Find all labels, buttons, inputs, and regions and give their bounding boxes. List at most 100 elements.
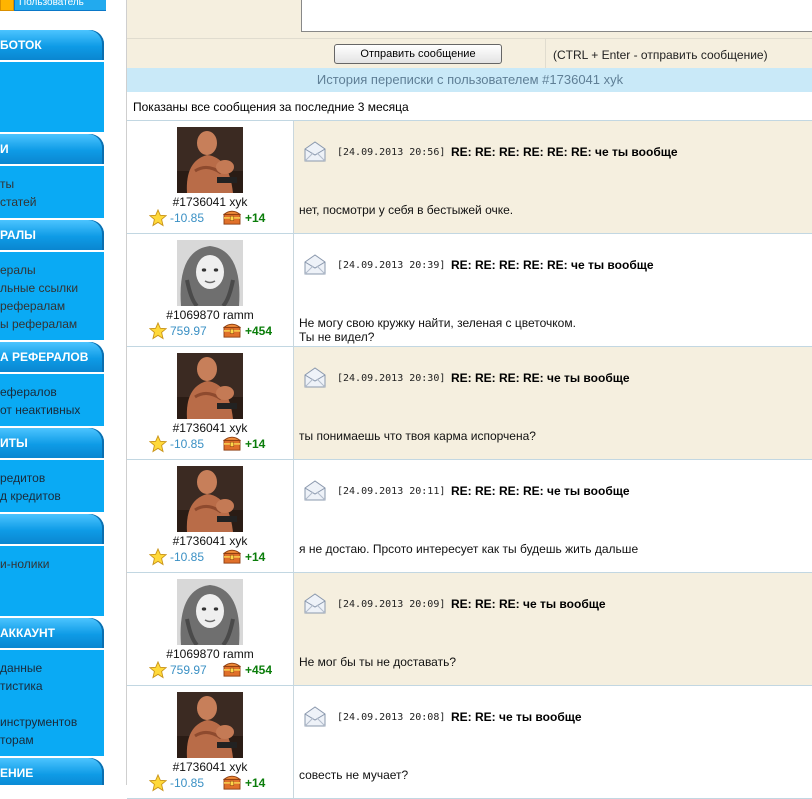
star-icon	[149, 661, 167, 679]
avatar[interactable]	[177, 579, 243, 647]
envelope-icon	[304, 254, 326, 275]
avatar-photo	[177, 466, 243, 532]
user-karma: +454	[245, 324, 273, 338]
sidebar-link[interactable]: рефералам	[0, 299, 65, 313]
message-user-column: #1736041 xyk -10.85 +14	[127, 347, 294, 459]
message-row: #1736041 xyk -10.85 +14 [24.09.2013 20:0…	[127, 685, 812, 799]
sidebar-section-referral-exchange-header[interactable]: А РЕФЕРАЛОВ	[0, 342, 104, 372]
message-body: совесть не мучает?	[299, 768, 409, 782]
star-icon	[149, 774, 167, 792]
message-date: [24.09.2013 20:39]	[337, 260, 446, 271]
treasure-chest-icon	[223, 436, 241, 451]
sidebar-link[interactable]: ефералов	[0, 385, 57, 399]
send-row-divider	[545, 38, 546, 68]
avatar-photo	[177, 692, 243, 758]
envelope-icon	[304, 706, 326, 727]
message-subject[interactable]: RE: RE: RE: RE: RE: RE: че ты вообще	[451, 145, 678, 159]
history-note: Показаны все сообщения за последние 3 ме…	[133, 100, 409, 114]
sidebar-link[interactable]: ералы	[0, 263, 36, 277]
sidebar-section-credits-body	[0, 460, 104, 512]
top-tab-user[interactable]: Пользователь	[14, 0, 106, 11]
avatar[interactable]	[177, 353, 243, 419]
message-username[interactable]: #1736041 xyk	[127, 534, 293, 548]
sidebar-section-earnings-header[interactable]: БОТОК	[0, 30, 104, 60]
star-icon	[149, 209, 167, 227]
sidebar-section-2-header[interactable]: И	[0, 134, 104, 164]
message-subject[interactable]: RE: RE: RE: RE: че ты вообще	[451, 484, 630, 498]
sidebar-link[interactable]: редитов	[0, 471, 45, 485]
user-karma: +14	[245, 437, 266, 451]
star-icon	[149, 322, 167, 340]
user-karma: +454	[245, 663, 273, 677]
history-header: История переписки с пользователем #17360…	[127, 68, 812, 92]
user-rating: -10.85	[170, 776, 205, 790]
avatar-photo	[177, 579, 243, 647]
user-rating: 759.97	[170, 663, 207, 677]
message-row: #1736041 xyk -10.85 +14 [24.09.2013 20:1…	[127, 459, 812, 573]
sidebar-link[interactable]: и-нолики	[0, 557, 49, 571]
envelope-icon	[304, 141, 326, 162]
sidebar-section-last-header[interactable]: ЕНИЕ	[0, 758, 104, 785]
treasure-chest-icon	[223, 323, 241, 338]
sidebar-section-earnings-body	[0, 62, 104, 132]
user-rating: -10.85	[170, 550, 205, 564]
message-user-column: #1736041 xyk -10.85 +14	[127, 121, 294, 233]
sidebar-section-games-header[interactable]	[0, 514, 104, 544]
avatar[interactable]	[177, 692, 243, 758]
message-username[interactable]: #1069870 ramm	[127, 647, 293, 661]
envelope-icon	[304, 480, 326, 501]
sidebar-section-credits-header[interactable]: ИТЫ	[0, 428, 104, 458]
message-subject[interactable]: RE: RE: че ты вообще	[451, 710, 582, 724]
message-body: Не мог бы ты не доставать?	[299, 655, 457, 669]
user-karma: +14	[245, 550, 266, 564]
envelope-icon	[304, 593, 326, 614]
sidebar-link[interactable]: д кредитов	[0, 489, 61, 503]
compose-row	[127, 0, 812, 38]
compose-left-cell	[127, 0, 293, 38]
message-username[interactable]: #1736041 xyk	[127, 195, 293, 209]
envelope-icon	[304, 367, 326, 388]
sidebar-section-2-body	[0, 166, 104, 218]
user-karma: +14	[245, 776, 266, 790]
message-body: я не достаю. Прсото интересует как ты бу…	[299, 542, 639, 556]
message-row: #1069870 ramm 759.97 +454 [24.09.2013 20…	[127, 233, 812, 347]
sidebar-link[interactable]: от неактивных	[0, 403, 80, 417]
top-tab-1[interactable]	[0, 0, 14, 11]
sidebar-section-referrals-header[interactable]: РАЛЫ	[0, 220, 104, 250]
message-user-column: #1736041 xyk -10.85 +14	[127, 460, 294, 572]
sidebar-link[interactable]: тистика	[0, 679, 43, 693]
message-username[interactable]: #1736041 xyk	[127, 421, 293, 435]
sidebar-link[interactable]: льные ссылки	[0, 281, 78, 295]
star-icon	[149, 435, 167, 453]
send-message-button[interactable]: Отправить сообщение	[334, 44, 502, 64]
sidebar-link[interactable]: ты	[0, 177, 14, 191]
sidebar-section-referral-exchange-body	[0, 374, 104, 426]
avatar-photo	[177, 240, 243, 308]
sidebar-top-tabs: Пользователь	[0, 0, 106, 11]
message-date: [24.09.2013 20:56]	[337, 147, 446, 158]
avatar-photo	[177, 353, 243, 419]
message-user-column: #1069870 ramm 759.97 +454	[127, 234, 294, 346]
avatar-photo	[177, 127, 243, 193]
send-row: Отправить сообщение (CTRL + Enter - отпр…	[127, 38, 812, 69]
sidebar-link[interactable]: ы рефералам	[0, 317, 77, 331]
message-username[interactable]: #1069870 ramm	[127, 308, 293, 322]
sidebar-link[interactable]: инструментов	[0, 715, 77, 729]
treasure-chest-icon	[223, 210, 241, 225]
message-subject[interactable]: RE: RE: RE: RE: че ты вообще	[451, 371, 630, 385]
message-subject[interactable]: RE: RE: RE: че ты вообще	[451, 597, 606, 611]
sidebar-link[interactable]: статей	[0, 195, 37, 209]
sidebar-section-account-header[interactable]: АККАУНТ	[0, 618, 104, 648]
avatar[interactable]	[177, 240, 243, 308]
message-subject[interactable]: RE: RE: RE: RE: RE: че ты вообще	[451, 258, 654, 272]
user-rating: -10.85	[170, 437, 205, 451]
sidebar-link[interactable]: данные	[0, 661, 42, 675]
send-hint: (CTRL + Enter - отправить сообщение)	[553, 48, 768, 62]
message-date: [24.09.2013 20:30]	[337, 373, 446, 384]
user-rating: -10.85	[170, 211, 205, 225]
avatar[interactable]	[177, 466, 243, 532]
avatar[interactable]	[177, 127, 243, 193]
message-textarea[interactable]	[301, 0, 812, 32]
message-username[interactable]: #1736041 xyk	[127, 760, 293, 774]
sidebar-link[interactable]: торам	[0, 733, 34, 747]
